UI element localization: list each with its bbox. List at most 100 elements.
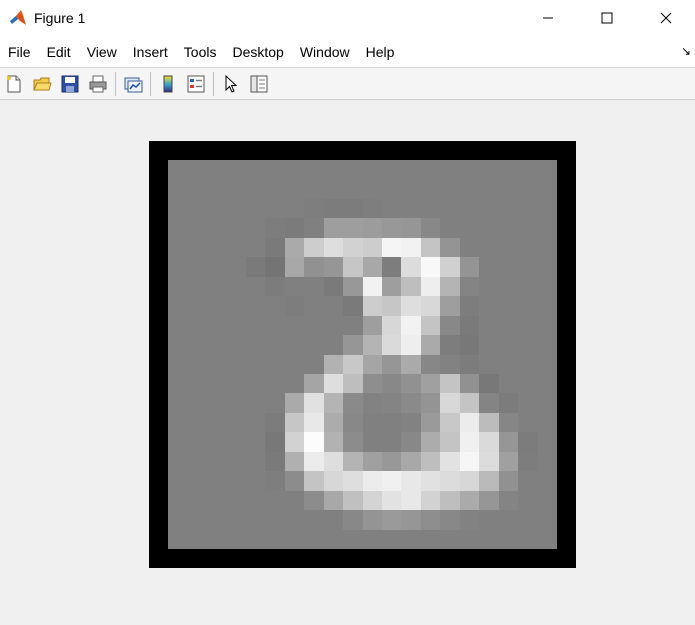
image-pixel bbox=[284, 198, 305, 219]
image-pixel bbox=[206, 296, 227, 316]
image-pixel bbox=[459, 529, 480, 549]
image-pixel bbox=[323, 160, 344, 180]
image-pixel bbox=[479, 257, 499, 277]
image-pixel bbox=[304, 529, 324, 549]
menu-edit[interactable]: Edit bbox=[39, 36, 79, 68]
image-pixel bbox=[498, 335, 519, 355]
image-pixel bbox=[362, 335, 382, 355]
print-button[interactable] bbox=[84, 70, 112, 98]
edit-plot-button[interactable] bbox=[217, 70, 245, 98]
minimize-button[interactable] bbox=[518, 0, 577, 36]
image-pixel bbox=[168, 257, 188, 277]
image-pixel bbox=[323, 315, 344, 336]
image-pixel bbox=[323, 296, 344, 316]
image-pixel bbox=[323, 490, 344, 511]
close-button[interactable] bbox=[636, 0, 695, 36]
image-pixel bbox=[206, 432, 227, 452]
image-pixel bbox=[362, 237, 382, 258]
image-pixel bbox=[245, 490, 266, 511]
image-pixel bbox=[459, 393, 480, 413]
image-pixel bbox=[187, 198, 207, 219]
insert-legend-button[interactable] bbox=[182, 70, 210, 98]
image-pixel bbox=[284, 451, 305, 472]
save-button[interactable] bbox=[56, 70, 84, 98]
image-pixel bbox=[401, 490, 421, 511]
image-pixel bbox=[206, 451, 227, 472]
image-pixel bbox=[498, 315, 519, 336]
image-pixel bbox=[420, 373, 441, 394]
image-pixel bbox=[498, 471, 519, 491]
save-icon bbox=[61, 75, 79, 92]
menu-view[interactable]: View bbox=[79, 36, 125, 68]
image-pixel bbox=[304, 276, 324, 297]
image-pixel bbox=[479, 160, 499, 180]
grayscale-digit-image bbox=[168, 160, 557, 549]
image-pixel bbox=[226, 237, 246, 258]
image-pixel bbox=[518, 296, 538, 316]
image-pixel bbox=[226, 393, 246, 413]
image-pixel bbox=[479, 198, 499, 219]
image-pixel bbox=[518, 529, 538, 549]
image-pixel bbox=[323, 218, 344, 238]
image-pixel bbox=[381, 198, 402, 219]
image-pixel bbox=[168, 218, 188, 238]
image-pixel bbox=[187, 354, 207, 374]
image-pixel bbox=[518, 354, 538, 374]
image-pixel bbox=[381, 432, 402, 452]
image-pixel bbox=[459, 354, 480, 374]
image-pixel bbox=[518, 315, 538, 336]
image-pixel bbox=[518, 393, 538, 413]
minimize-icon bbox=[542, 17, 553, 19]
image-pixel bbox=[323, 179, 344, 199]
image-pixel bbox=[245, 315, 266, 336]
image-pixel bbox=[168, 412, 188, 433]
link-plot-button[interactable] bbox=[119, 70, 147, 98]
image-pixel bbox=[343, 373, 363, 394]
image-pixel bbox=[304, 451, 324, 472]
image-pixel bbox=[265, 373, 285, 394]
image-pixel bbox=[343, 412, 363, 433]
image-pixel bbox=[265, 529, 285, 549]
image-pixel bbox=[226, 218, 246, 238]
image-pixel bbox=[401, 451, 421, 472]
image-pixel bbox=[265, 412, 285, 433]
image-pixel bbox=[206, 471, 227, 491]
menu-file[interactable]: File bbox=[0, 36, 39, 68]
dock-figure-icon[interactable]: ↘ bbox=[681, 44, 691, 58]
image-pixel bbox=[343, 160, 363, 180]
image-pixel bbox=[518, 179, 538, 199]
image-pixel bbox=[226, 510, 246, 530]
image-pixel bbox=[265, 451, 285, 472]
image-pixel bbox=[420, 237, 441, 258]
image-pixel bbox=[343, 276, 363, 297]
image-pixel bbox=[265, 160, 285, 180]
image-pixel bbox=[498, 529, 519, 549]
image-pixel bbox=[362, 373, 382, 394]
image-pixel bbox=[168, 160, 188, 180]
insert-colorbar-button[interactable] bbox=[154, 70, 182, 98]
image-pixel bbox=[537, 335, 557, 355]
new-figure-button[interactable] bbox=[0, 70, 28, 98]
image-pixel bbox=[420, 179, 441, 199]
menu-window[interactable]: Window bbox=[292, 36, 358, 68]
menu-help[interactable]: Help bbox=[358, 36, 403, 68]
image-pixel bbox=[440, 257, 460, 277]
property-inspector-button[interactable] bbox=[245, 70, 273, 98]
image-pixel bbox=[362, 257, 382, 277]
image-pixel bbox=[323, 276, 344, 297]
image-pixel bbox=[459, 218, 480, 238]
image-pixel bbox=[168, 471, 188, 491]
image-pixel bbox=[206, 218, 227, 238]
image-pixel bbox=[265, 296, 285, 316]
menu-insert[interactable]: Insert bbox=[125, 36, 176, 68]
menu-desktop[interactable]: Desktop bbox=[224, 36, 291, 68]
image-pixel bbox=[440, 510, 460, 530]
image-pixel bbox=[245, 451, 266, 472]
maximize-button[interactable] bbox=[577, 0, 636, 36]
image-pixel bbox=[381, 529, 402, 549]
image-pixel bbox=[440, 529, 460, 549]
image-pixel bbox=[187, 315, 207, 336]
open-file-button[interactable] bbox=[28, 70, 56, 98]
axes-frame[interactable] bbox=[149, 141, 576, 568]
menu-tools[interactable]: Tools bbox=[176, 36, 225, 68]
